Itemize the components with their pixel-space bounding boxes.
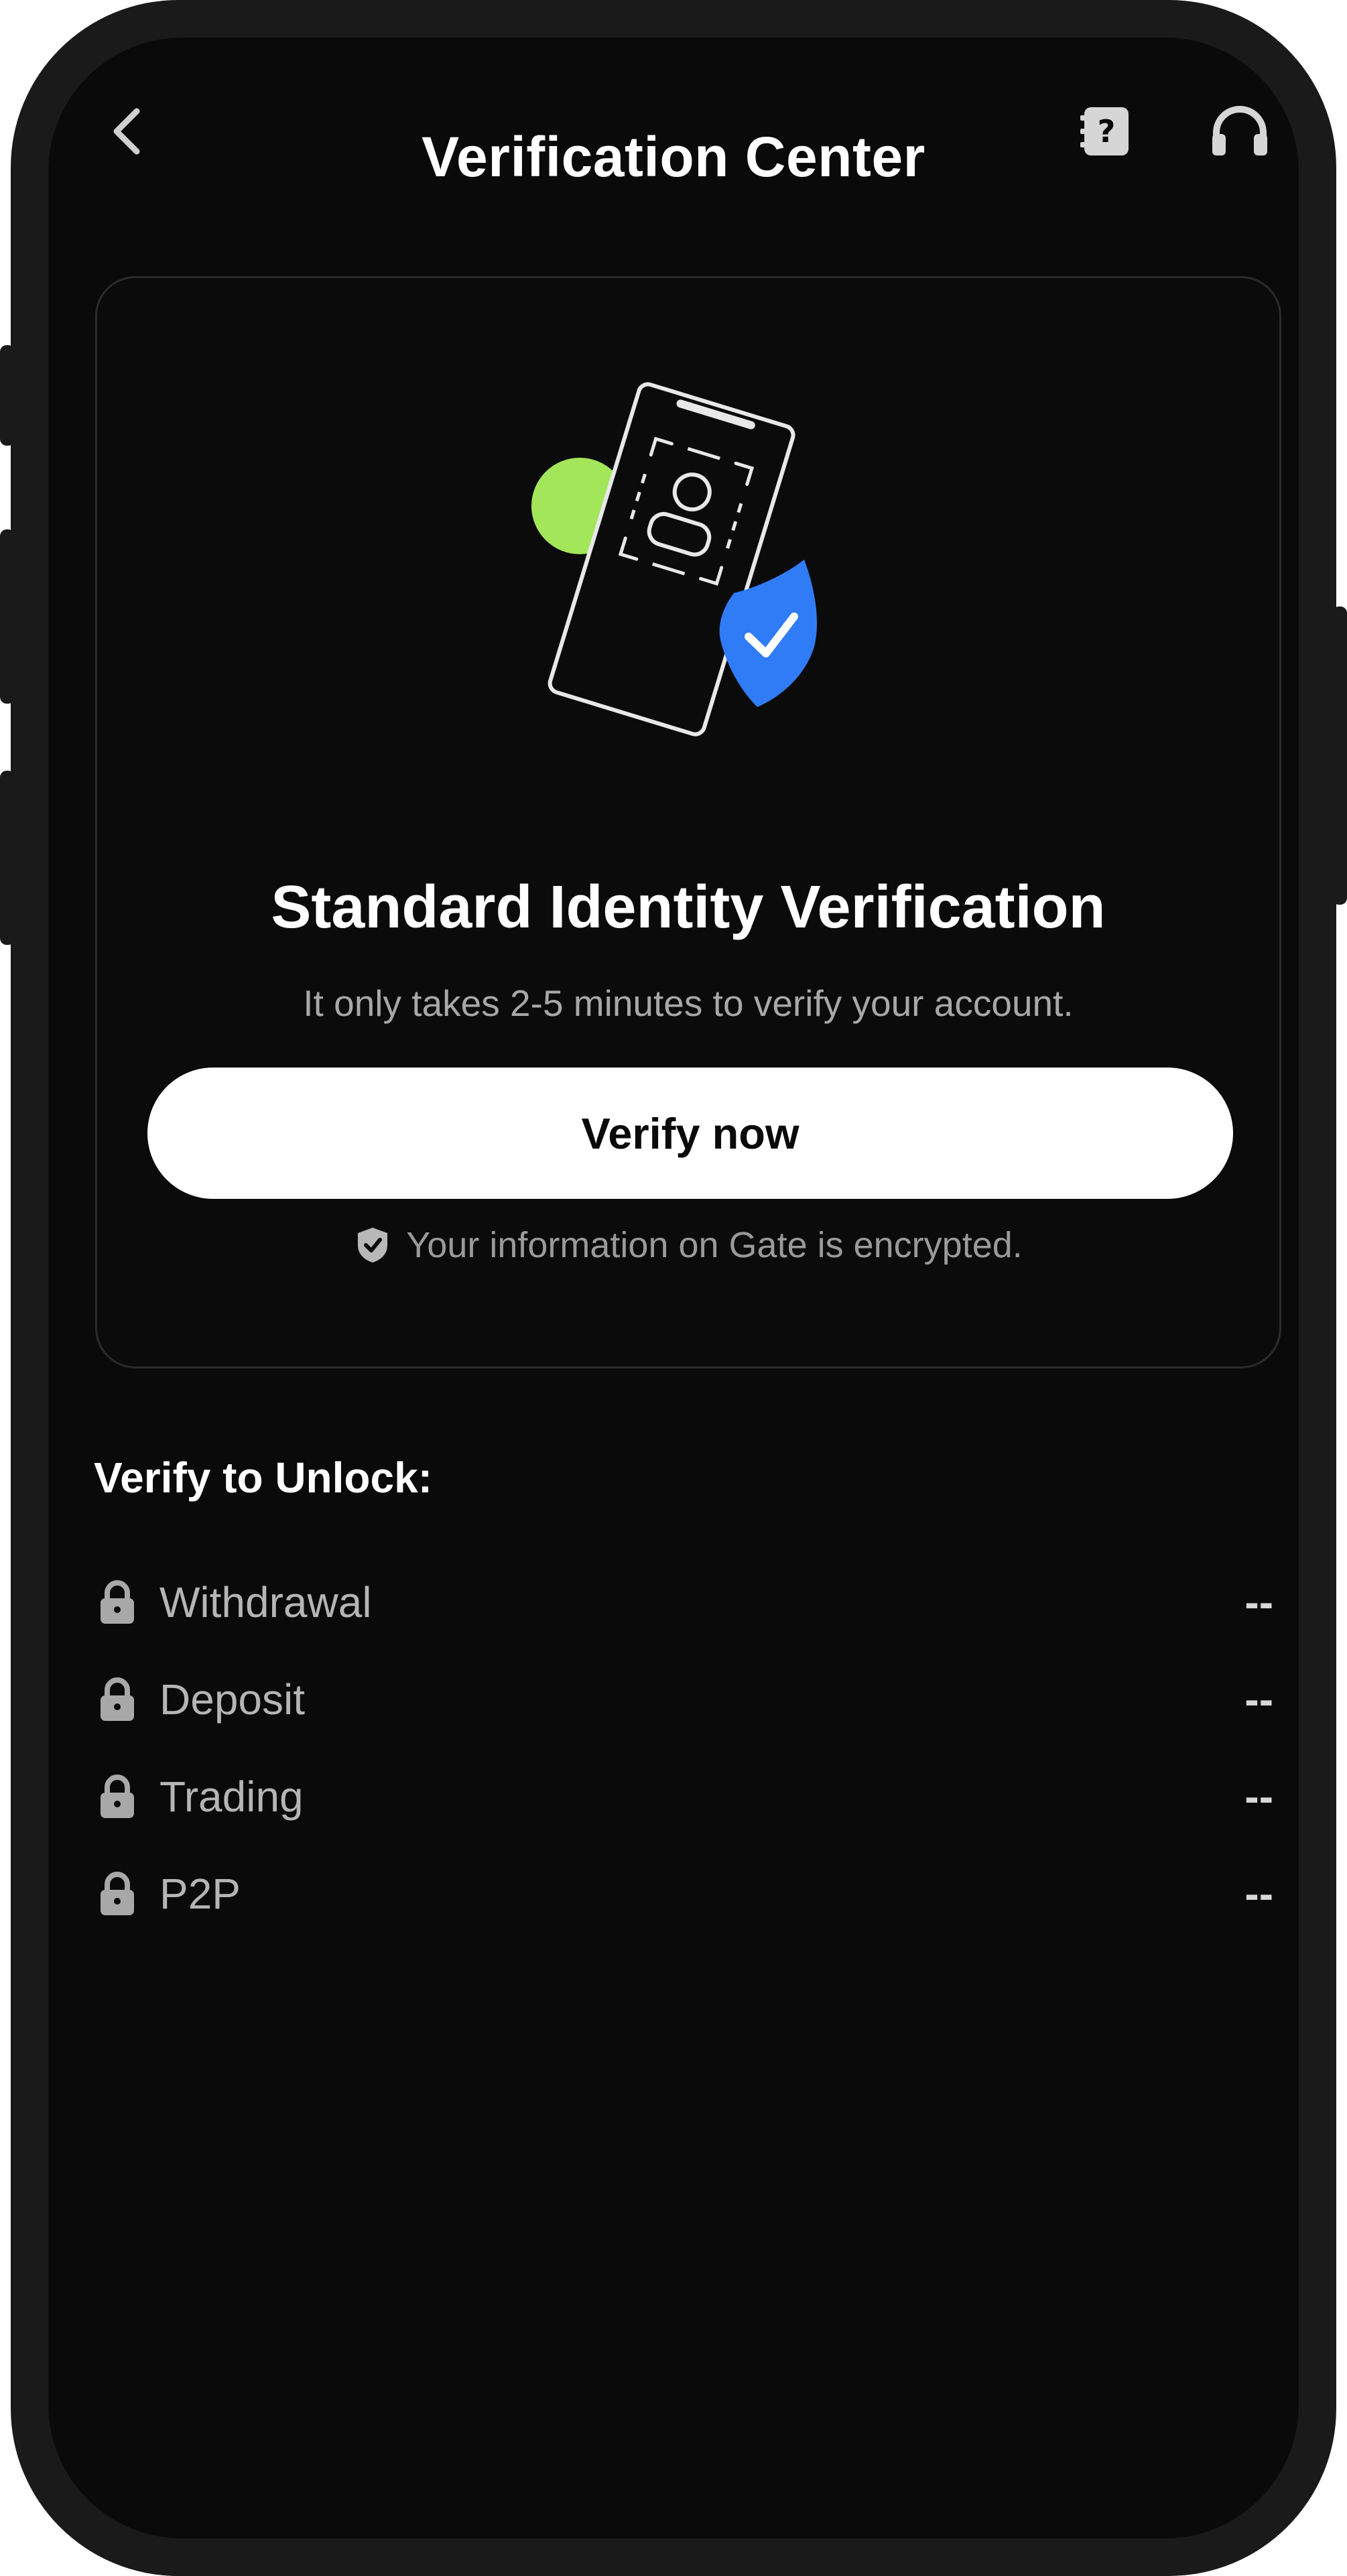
chevron-left-icon	[113, 108, 140, 155]
customer-support-button[interactable]	[1200, 91, 1280, 172]
unlock-item-label: Withdrawal	[159, 1577, 372, 1626]
page-title: Verification Center	[422, 125, 925, 188]
encryption-note-text: Your information on Gate is encrypted.	[406, 1225, 1023, 1265]
volume-down-button	[0, 771, 15, 945]
verify-now-button[interactable]: Verify now	[147, 1068, 1233, 1199]
card-subtitle: It only takes 2-5 minutes to verify your…	[303, 982, 1074, 1024]
help-button[interactable]: ?	[1066, 91, 1146, 172]
lock-icon	[94, 1867, 141, 1921]
id-card-shield-icon	[531, 382, 818, 736]
verification-card: Standard Identity Verification It only t…	[95, 276, 1281, 1368]
unlock-item-value: --	[1244, 1772, 1273, 1821]
headset-icon	[1212, 106, 1267, 155]
mute-switch	[0, 345, 15, 446]
unlock-list: Withdrawal -- Deposit -- Trading -- P2P …	[94, 1553, 1287, 1942]
power-button	[1332, 606, 1347, 905]
unlock-item-trading: Trading --	[94, 1748, 1287, 1845]
app-screen: Verification Center ? Standard Identity …	[48, 38, 1299, 2538]
back-button[interactable]	[94, 98, 161, 165]
unlock-item-deposit: Deposit --	[94, 1651, 1287, 1748]
unlock-item-value: --	[1244, 1577, 1273, 1626]
shield-check-icon	[358, 1228, 388, 1263]
lock-icon	[94, 1770, 141, 1823]
unlock-item-label: P2P	[159, 1869, 241, 1918]
unlock-item-value: --	[1244, 1869, 1273, 1918]
unlock-item-label: Deposit	[159, 1675, 305, 1724]
lock-icon	[94, 1575, 141, 1629]
unlock-item-p2p: P2P --	[94, 1845, 1287, 1942]
help-book-icon: ?	[1080, 107, 1129, 155]
svg-text:?: ?	[1098, 113, 1116, 149]
unlock-item-label: Trading	[159, 1772, 304, 1821]
unlock-heading: Verify to Unlock:	[94, 1454, 432, 1502]
unlock-item-withdrawal: Withdrawal --	[94, 1553, 1287, 1651]
volume-up-button	[0, 529, 15, 704]
encryption-note: Your information on Gate is encrypted.	[97, 1224, 1279, 1266]
lock-icon	[94, 1673, 141, 1726]
card-title: Standard Identity Verification	[271, 874, 1106, 941]
unlock-item-value: --	[1244, 1675, 1273, 1724]
